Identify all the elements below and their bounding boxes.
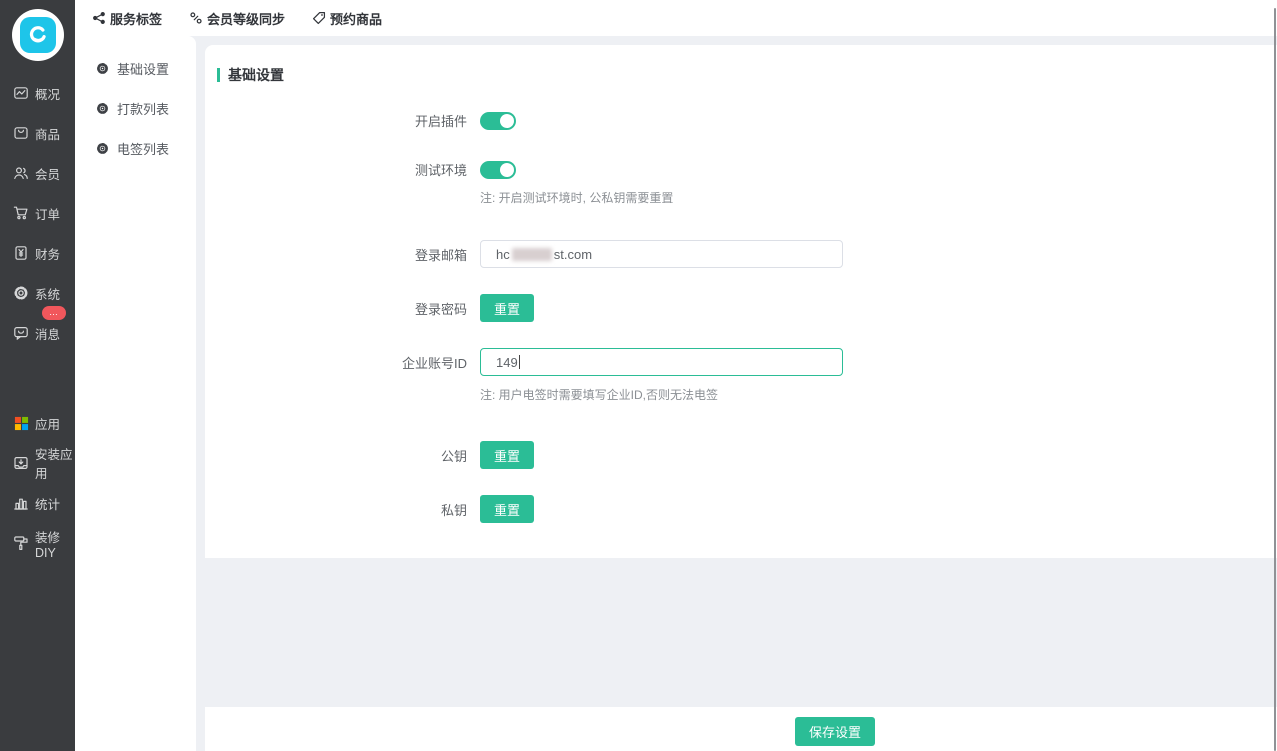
plugin-label: 开启插件: [205, 111, 467, 130]
submenu-item-label: 电签列表: [117, 139, 169, 158]
save-settings-button[interactable]: 保存设置: [795, 717, 875, 746]
paint-roller-icon: [13, 535, 29, 551]
share-icon: [91, 11, 106, 26]
sidebar-item-label: 会员: [35, 164, 60, 183]
logo-mark: [20, 17, 56, 53]
sidebar-item-stats[interactable]: 统计: [0, 483, 75, 523]
tab-label: 预约商品: [330, 9, 382, 28]
stats-chart-icon: [13, 495, 29, 511]
tab-label: 会员等级同步: [207, 9, 285, 28]
sidebar-item-diy[interactable]: 装修DIY: [0, 523, 75, 563]
section-title: 基础设置: [217, 65, 1277, 85]
app-window: 概况 商品 会员 订单: [0, 0, 1277, 751]
sidebar-item-label: 概况: [35, 84, 60, 103]
sidebar-item-label: 装修DIY: [35, 527, 75, 560]
sidebar-item-member[interactable]: 会员: [0, 153, 75, 193]
install-icon: [13, 455, 29, 471]
sidebar-item-label: 订单: [35, 204, 60, 223]
sidebar-item-message[interactable]: 消息 …: [0, 313, 75, 353]
submenu-item-basic-settings[interactable]: 基础设置: [75, 48, 196, 88]
settings-submenu: 基础设置 打款列表 电签列表: [75, 36, 196, 751]
form-row-public-key: 公钥 重置: [205, 441, 1277, 469]
submenu-item-esign-list[interactable]: 电签列表: [75, 128, 196, 168]
sidebar-item-overview[interactable]: 概况: [0, 73, 75, 113]
goods-icon: [13, 125, 29, 141]
sidebar-item-finance[interactable]: 财务: [0, 233, 75, 273]
email-value-prefix: hc: [496, 247, 510, 262]
sidebar-item-label: 安装应用: [35, 444, 75, 482]
password-label: 登录密码: [205, 299, 467, 318]
section-title-text: 基础设置: [228, 65, 284, 85]
test-env-label: 测试环境: [205, 160, 467, 179]
sidebar-item-goods[interactable]: 商品: [0, 113, 75, 153]
form-row-password: 登录密码 重置: [205, 294, 1277, 322]
basic-settings-panel: 基础设置 开启插件 测试环境 注: 开启测试环境时, 公私钥需要重置 登录邮箱 …: [205, 45, 1277, 558]
company-id-input[interactable]: 149: [480, 348, 843, 376]
submenu-item-label: 基础设置: [117, 59, 169, 78]
logo-swirl-icon: [25, 22, 51, 48]
sidebar-item-apps[interactable]: 应用: [0, 403, 75, 443]
text-cursor: [519, 355, 520, 369]
public-key-reset-button[interactable]: 重置: [480, 441, 534, 469]
email-redacted-blur: [512, 248, 552, 261]
public-key-label: 公钥: [205, 446, 467, 465]
email-label: 登录邮箱: [205, 245, 467, 264]
tab-label: 服务标签: [110, 9, 162, 28]
test-env-note: 注: 开启测试环境时, 公私钥需要重置: [480, 189, 1277, 206]
message-badge: …: [42, 306, 66, 320]
link-icon: [188, 11, 203, 26]
tab-service-label[interactable]: 服务标签: [91, 9, 162, 28]
sidebar-nav: 概况 商品 会员 订单: [0, 73, 75, 563]
sidebar-item-label: 财务: [35, 244, 60, 263]
plugin-toggle[interactable]: [480, 112, 516, 130]
apps-icon: [13, 415, 29, 431]
company-id-note: 注: 用户电签时需要填写企业ID,否则无法电签: [480, 386, 1277, 403]
submenu-item-payment-list[interactable]: 打款列表: [75, 88, 196, 128]
member-icon: [13, 165, 29, 181]
overview-icon: [13, 85, 29, 101]
gear-icon: [95, 61, 109, 75]
sidebar-item-install-apps[interactable]: 安装应用: [0, 443, 75, 483]
tag-icon: [311, 11, 326, 26]
message-icon: [13, 325, 29, 341]
password-reset-button[interactable]: 重置: [480, 294, 534, 322]
vertical-scrollbar[interactable]: [1274, 8, 1276, 751]
form-row-plugin: 开启插件: [205, 111, 1277, 130]
finance-icon: [13, 245, 29, 261]
tab-member-level-sync[interactable]: 会员等级同步: [188, 9, 285, 28]
primary-sidebar: 概况 商品 会员 订单: [0, 0, 75, 751]
form-row-email: 登录邮箱 hc st.com: [205, 240, 1277, 268]
order-cart-icon: [13, 205, 29, 221]
company-id-label: 企业账号ID: [205, 353, 467, 372]
company-id-value: 149: [496, 355, 518, 370]
test-env-toggle[interactable]: [480, 161, 516, 179]
sidebar-item-order[interactable]: 订单: [0, 193, 75, 233]
tab-reserved-goods[interactable]: 预约商品: [311, 9, 382, 28]
form-row-test-env: 测试环境: [205, 160, 1277, 179]
sidebar-item-label: 消息: [35, 324, 60, 343]
private-key-label: 私钥: [205, 500, 467, 519]
gear-icon: [95, 101, 109, 115]
system-gear-icon: [13, 285, 29, 301]
logo-circle: [12, 9, 64, 61]
email-value-suffix: st.com: [554, 247, 592, 262]
sidebar-spacer: [0, 353, 75, 403]
app-logo[interactable]: [0, 0, 75, 70]
sidebar-item-label: 商品: [35, 124, 60, 143]
gear-icon: [95, 141, 109, 155]
form-row-private-key: 私钥 重置: [205, 495, 1277, 523]
title-accent-bar: [217, 68, 220, 82]
sidebar-item-label: 系统: [35, 284, 60, 303]
form-row-company-id: 企业账号ID 149: [205, 348, 1277, 376]
submenu-item-label: 打款列表: [117, 99, 169, 118]
email-input[interactable]: hc st.com: [480, 240, 843, 268]
sidebar-item-label: 应用: [35, 414, 60, 433]
private-key-reset-button[interactable]: 重置: [480, 495, 534, 523]
footer-action-bar: 保存设置: [205, 707, 1277, 751]
top-tab-bar: 服务标签 会员等级同步 预约商品: [75, 0, 1277, 36]
sidebar-item-label: 统计: [35, 494, 60, 513]
